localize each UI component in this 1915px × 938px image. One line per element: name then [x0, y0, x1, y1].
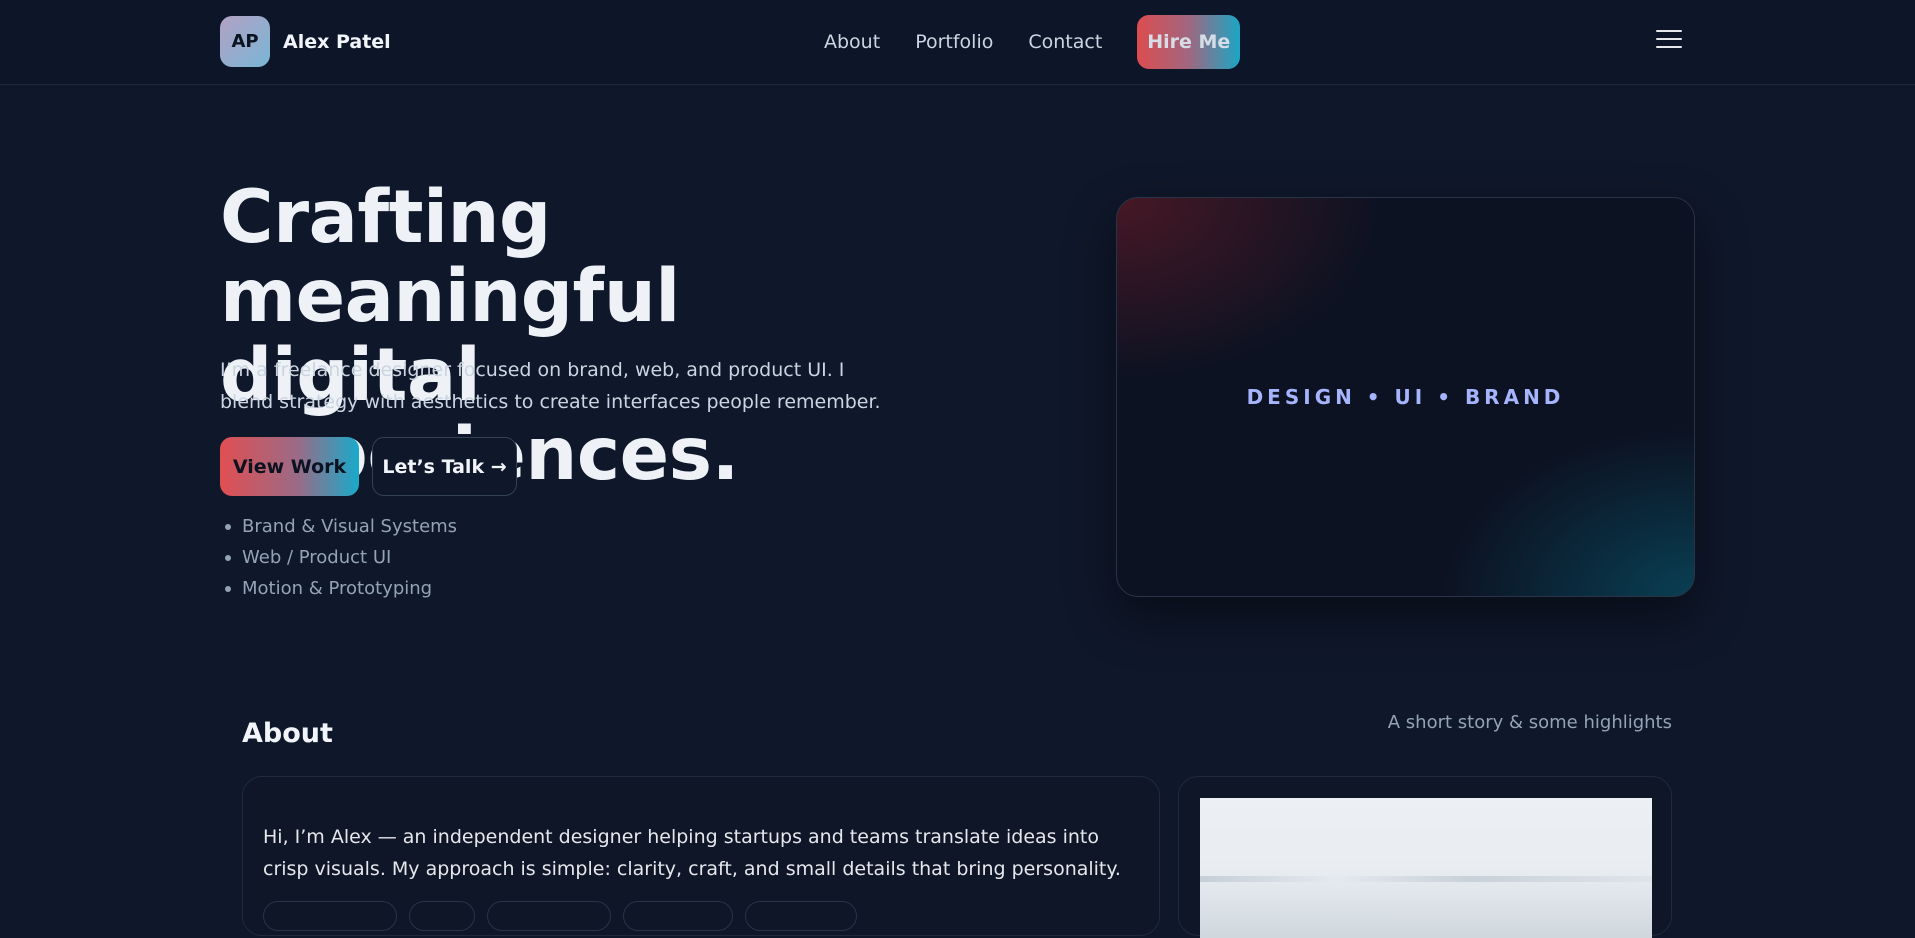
hire-me-button[interactable]: Hire Me	[1137, 15, 1241, 69]
hero-showcase-card: DESIGN • UI • BRAND	[1116, 197, 1695, 597]
tag-chip	[745, 901, 857, 931]
hero-description: I’m a freelance designer focused on bran…	[220, 359, 881, 413]
hero-title-line-1: Crafting meaningful	[220, 175, 680, 339]
brand-name: Alex Patel	[283, 30, 391, 53]
tag-chip	[409, 901, 475, 931]
nav-about-link[interactable]: About	[824, 31, 880, 53]
skills-list: Brand & Visual Systems Web / Product UI …	[225, 511, 457, 604]
about-subtitle: A short story & some highlights	[1387, 712, 1672, 733]
skill-item: Web / Product UI	[225, 542, 457, 573]
site-header: AP Alex Patel About Portfolio Contact Hi…	[0, 0, 1915, 85]
skill-item: Motion & Prototyping	[225, 573, 457, 604]
nav-contact-link[interactable]: Contact	[1028, 31, 1102, 53]
about-intro: Hi, I’m Alex — an independent designer h…	[263, 826, 1121, 880]
lets-talk-button[interactable]: Let’s Talk →	[372, 437, 517, 496]
hamburger-menu-icon[interactable]	[1656, 30, 1682, 52]
nav-portfolio-link[interactable]: Portfolio	[915, 31, 993, 53]
bullet-icon	[225, 523, 231, 530]
tag-chip	[623, 901, 733, 931]
brand[interactable]: AP Alex Patel	[220, 16, 391, 67]
hero-card-label: DESIGN • UI • BRAND	[1246, 385, 1565, 409]
profile-photo	[1200, 798, 1652, 938]
skill-item: Brand & Visual Systems	[225, 511, 457, 542]
photo-card	[1178, 776, 1672, 938]
main-nav: About Portfolio Contact Hire Me	[824, 15, 1241, 69]
photo-horizon	[1200, 876, 1652, 882]
logo-badge: AP	[220, 16, 270, 67]
tag-chip	[487, 901, 611, 931]
bullet-icon	[225, 585, 231, 592]
about-heading: About	[242, 718, 333, 749]
about-card: Hi, I’m Alex — an independent designer h…	[242, 776, 1160, 936]
tag-chips	[263, 901, 869, 931]
view-work-button[interactable]: View Work	[220, 437, 359, 496]
bullet-icon	[225, 554, 231, 561]
tag-chip	[263, 901, 397, 931]
